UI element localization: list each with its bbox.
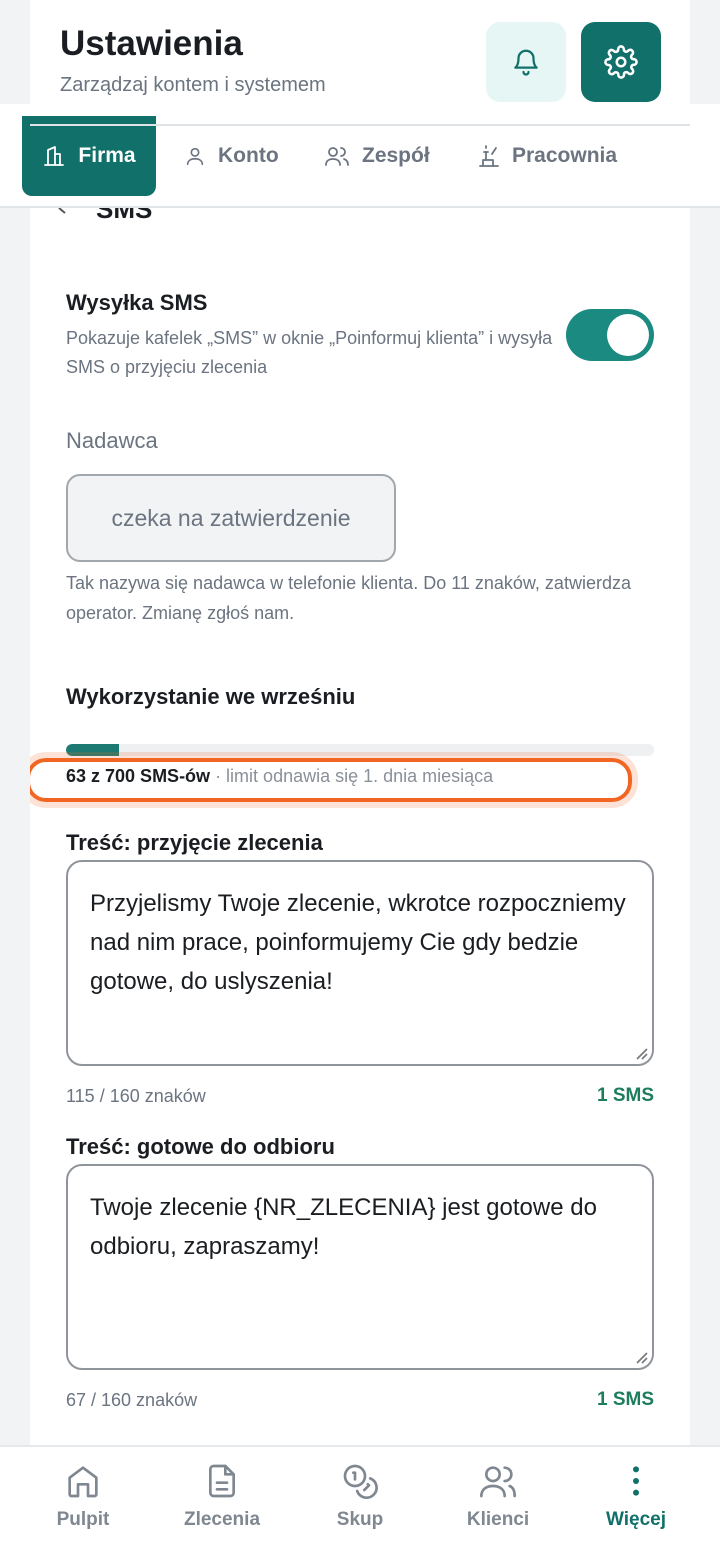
nav-label: Więcej (605, 1509, 667, 1530)
sender-field[interactable]: czeka na zatwierdzenie (66, 474, 396, 562)
nav-pulpit[interactable]: Pulpit (11, 1461, 155, 1531)
settings-screen: SMS Wysyłka SMS Pokazuje kafelek „SMS” w… (0, 0, 720, 1561)
sender-help-text: Tak nazywa się nadawca w telefonie klien… (66, 573, 631, 623)
page-subtitle: Zarządzaj kontem i systemem (60, 74, 326, 96)
gear-icon (604, 45, 638, 79)
bottom-navigation: Pulpit Zlecenia Skup Klienci Więcej (0, 1445, 720, 1561)
home-icon (68, 1466, 98, 1498)
template-accepted-count: 115 / 160 znaków (66, 1086, 206, 1106)
nav-label: Zlecenia (183, 1509, 261, 1530)
header-divider (30, 124, 690, 126)
template-ready-title: Treść: gotowe do odbioru (66, 1134, 335, 1159)
coins-icon (343, 1464, 378, 1499)
nav-wiecej[interactable]: Więcej (564, 1461, 708, 1531)
nav-label: Pulpit (56, 1509, 110, 1530)
template-ready-text: Twoje zlecenie {NR_ZLECENIA} jest gotowe… (90, 1194, 597, 1260)
sms-toggle-description: Pokazuje kafelek „SMS” w oknie „Poinform… (66, 328, 553, 377)
chevron-right-icon[interactable] (56, 208, 80, 216)
settings-button[interactable] (581, 22, 661, 102)
resize-grip-icon[interactable] (634, 1046, 648, 1060)
notifications-button[interactable] (486, 22, 566, 102)
users-icon (480, 1466, 516, 1498)
user-icon (186, 147, 204, 166)
tab-label: Pracownia (512, 144, 618, 167)
template-ready-textarea[interactable]: Twoje zlecenie {NR_ZLECENIA} jest gotowe… (66, 1164, 654, 1370)
sms-toggle-title: Wysyłka SMS (66, 290, 208, 315)
document-icon (209, 1464, 235, 1498)
users-icon (325, 147, 349, 166)
tab-konto[interactable]: Konto (184, 116, 279, 196)
tab-firma[interactable]: Firma (22, 116, 156, 196)
more-vertical-icon (633, 1466, 639, 1496)
nav-label: Skup (336, 1509, 384, 1530)
tab-label: Zespół (362, 144, 430, 167)
template-accepted-textarea[interactable]: Przyjelismy Twoje zlecenie, wkrotce rozp… (66, 860, 654, 1066)
template-ready-sms-count: 1 SMS (596, 1389, 654, 1410)
sender-label: Nadawca (66, 428, 158, 453)
nav-label: Klienci (466, 1509, 530, 1530)
resize-grip-icon[interactable] (634, 1350, 648, 1364)
tab-pracownia[interactable]: Pracownia (478, 116, 617, 196)
usage-progress-bar (66, 744, 654, 756)
tab-zespol[interactable]: Zespół (324, 116, 430, 196)
template-accepted-sms-count: 1 SMS (596, 1085, 654, 1106)
template-accepted-title: Treść: przyjęcie zlecenia (66, 830, 323, 855)
nav-skup[interactable]: Skup (288, 1461, 432, 1531)
usage-progress-fill (66, 744, 119, 756)
template-ready-count: 67 / 160 znaków (66, 1390, 198, 1410)
bell-icon (514, 49, 538, 76)
toggle-knob (607, 314, 649, 356)
usage-highlight-ring (30, 758, 632, 802)
usage-title: Wykorzystanie we wrześniu (66, 684, 356, 709)
building-icon (44, 146, 65, 166)
workshop-icon (479, 145, 499, 167)
template-accepted-text: Przyjelismy Twoje zlecenie, wkrotce rozp… (90, 890, 626, 995)
nav-klienci[interactable]: Klienci (426, 1461, 570, 1531)
page-title: Ustawienia (60, 24, 243, 63)
tab-label: Konto (218, 144, 279, 167)
nav-zlecenia[interactable]: Zlecenia (150, 1461, 294, 1531)
sms-settings-card: SMS Wysyłka SMS Pokazuje kafelek „SMS” w… (30, 208, 690, 1448)
sms-toggle-switch[interactable] (566, 309, 654, 361)
tab-label: Firma (78, 144, 136, 167)
section-title: SMS (96, 208, 153, 224)
settings-tabs: Firma Konto Zespół Pracownia (0, 104, 720, 208)
